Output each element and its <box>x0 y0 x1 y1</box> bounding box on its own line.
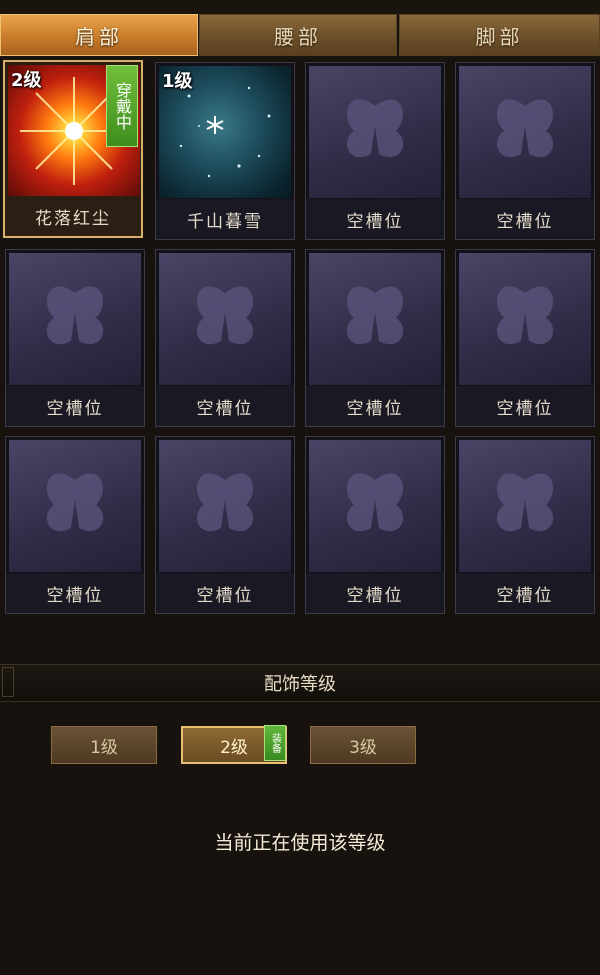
tab-bar: 肩部 腰部 脚部 <box>0 0 600 60</box>
slot-item-2[interactable]: 1级 千山暮雪 <box>155 62 295 240</box>
slot-name: 空槽位 <box>456 573 594 613</box>
slot-name: 空槽位 <box>6 386 144 426</box>
level-panel: 配饰等级 1级 2级 装备 3级 当前正在使用该等级 <box>0 640 600 975</box>
slot-empty[interactable]: 空槽位 <box>305 436 445 614</box>
butterfly-icon <box>309 66 441 198</box>
slot-empty[interactable]: 空槽位 <box>155 436 295 614</box>
slot-name: 空槽位 <box>306 199 444 239</box>
slot-empty[interactable]: 空槽位 <box>5 249 145 427</box>
slot-empty[interactable]: 空槽位 <box>455 62 595 240</box>
butterfly-icon <box>459 66 591 198</box>
slot-name: 空槽位 <box>156 573 294 613</box>
slot-name: 空槽位 <box>306 386 444 426</box>
level-label: 1级 <box>90 737 118 758</box>
level-2-button[interactable]: 2级 装备 <box>181 725 287 764</box>
tab-shoulder[interactable]: 肩部 <box>0 14 198 56</box>
butterfly-icon <box>159 253 291 385</box>
slot-name: 空槽位 <box>306 573 444 613</box>
slot-empty[interactable]: 空槽位 <box>155 249 295 427</box>
level-label: 3级 <box>349 737 377 758</box>
slot-name: 花落红尘 <box>5 196 141 236</box>
level-label: 2级 <box>220 737 248 758</box>
butterfly-icon <box>9 253 141 385</box>
slot-item-1[interactable]: 2级 穿戴中 花落红尘 <box>3 60 143 238</box>
slot-empty[interactable]: 空槽位 <box>455 249 595 427</box>
slot-empty[interactable]: 空槽位 <box>305 62 445 240</box>
slot-empty[interactable]: 空槽位 <box>455 436 595 614</box>
level-1-button[interactable]: 1级 <box>51 726 157 764</box>
butterfly-icon <box>9 440 141 572</box>
slot-name: 空槽位 <box>456 199 594 239</box>
butterfly-icon <box>159 440 291 572</box>
tab-feet[interactable]: 脚部 <box>399 14 600 56</box>
equipped-badge: 装备 <box>264 725 286 761</box>
butterfly-icon <box>309 253 441 385</box>
slot-empty[interactable]: 空槽位 <box>5 436 145 614</box>
slot-name: 空槽位 <box>456 386 594 426</box>
section-header: 配饰等级 <box>0 664 600 702</box>
slot-name: 千山暮雪 <box>156 199 294 239</box>
tab-waist[interactable]: 腰部 <box>199 14 397 56</box>
slot-name: 空槽位 <box>6 573 144 613</box>
slot-name: 空槽位 <box>156 386 294 426</box>
slot-empty[interactable]: 空槽位 <box>305 249 445 427</box>
status-text: 当前正在使用该等级 <box>214 832 386 854</box>
wearing-badge: 穿戴中 <box>106 65 138 147</box>
butterfly-icon <box>459 253 591 385</box>
header-ornament <box>2 667 14 697</box>
level-3-button[interactable]: 3级 <box>310 726 416 764</box>
slot-level: 2级 <box>11 70 42 91</box>
butterfly-icon <box>459 440 591 572</box>
section-title: 配饰等级 <box>264 674 336 695</box>
slot-level: 1级 <box>162 71 193 92</box>
butterfly-icon <box>309 440 441 572</box>
